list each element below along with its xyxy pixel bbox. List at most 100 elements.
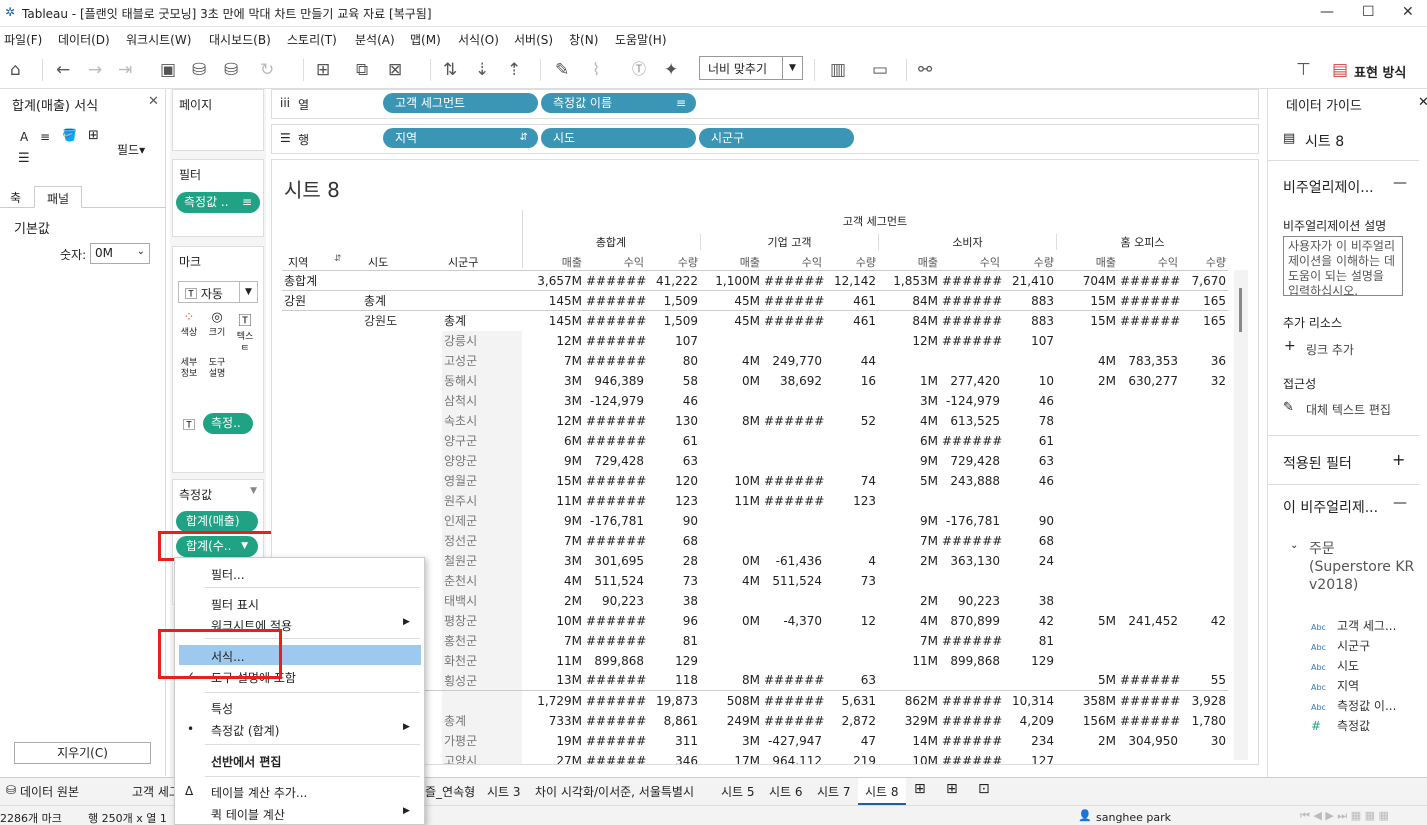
row-header-cell[interactable] xyxy=(362,331,442,351)
row-header-cell[interactable]: 화천군 xyxy=(442,650,522,671)
row-header-cell[interactable] xyxy=(282,531,362,551)
fit-dropdown[interactable]: 너비 맞추기 ▼ xyxy=(699,56,803,80)
mark-type-dropdown[interactable]: 🅃 자동 ▼ xyxy=(178,281,258,303)
duplicate-icon[interactable]: ⧉ xyxy=(356,60,368,80)
column-pill-measure-names[interactable]: 측정값 이름 ≡ xyxy=(541,93,696,113)
sheet-tab-6[interactable]: 시트 6 xyxy=(769,783,803,800)
row-pill-region[interactable]: 지역 ⇵ xyxy=(383,128,538,148)
swap-icon[interactable]: ⇅ xyxy=(443,60,457,80)
sort-icon[interactable]: ⇵ xyxy=(334,254,342,264)
pencil-icon[interactable]: ✎ xyxy=(1283,400,1294,415)
menu-item-attribute[interactable]: 특성 xyxy=(211,700,233,717)
sort-ascending-icon[interactable]: ⇣ xyxy=(475,60,489,80)
row-header-region[interactable]: 지역 xyxy=(288,254,308,270)
menu-item-add-table-calc[interactable]: 테이블 계산 추가... xyxy=(211,784,307,801)
sheet-tab-7[interactable]: 시트 7 xyxy=(817,783,851,800)
row-header-cell[interactable]: 영월군 xyxy=(442,470,522,491)
field-selector[interactable]: 필드▾ xyxy=(117,141,145,158)
close-button[interactable]: ✕ xyxy=(1402,4,1414,20)
menu-dashboard[interactable]: 대시보드(B) xyxy=(209,31,271,48)
show-me-icon[interactable]: ▤ xyxy=(1332,60,1348,80)
menu-format[interactable]: 서식(O) xyxy=(458,31,499,48)
group-icon[interactable]: ⌇ xyxy=(592,60,600,80)
measure-header[interactable]: 수익 xyxy=(940,254,1002,270)
sheet-tab-segment[interactable]: 고객 세그 xyxy=(132,783,180,800)
home-icon[interactable]: ⌂ xyxy=(10,60,21,80)
numbers-dropdown[interactable]: 0M ⌄ xyxy=(90,243,150,264)
share-icon[interactable]: ⚯ xyxy=(918,60,932,80)
row-header-cell[interactable] xyxy=(362,411,442,431)
measure-header[interactable]: 수익 xyxy=(1118,254,1180,270)
row-header-cell[interactable]: 총합계 xyxy=(282,271,362,291)
minimize-button[interactable]: — xyxy=(1320,4,1334,20)
row-header-cell[interactable] xyxy=(362,271,442,291)
table-row[interactable]: 양구군 6M ###### 61 6M ###### 61 xyxy=(282,430,1228,451)
sheet-tab-3[interactable]: 시트 3 xyxy=(487,783,521,800)
tab-pane[interactable]: 패널 xyxy=(34,186,83,208)
table-row[interactable]: 총합계 3,657M ###### 41,222 1,100M ###### 12,142 1… xyxy=(282,270,1228,291)
show-me-button[interactable]: 표현 방식 xyxy=(1354,62,1406,81)
row-header-cell[interactable] xyxy=(362,431,442,451)
row-header-cell[interactable]: 평창군 xyxy=(442,610,522,631)
filter-pill[interactable]: 측정값 .. ≡ xyxy=(176,192,260,213)
row-header-cell[interactable]: 춘천시 xyxy=(442,570,522,591)
row-pill-province[interactable]: 시도 xyxy=(541,128,696,148)
row-header-cell[interactable] xyxy=(362,491,442,511)
text-button[interactable]: 🅃 텍스트 xyxy=(234,310,256,350)
row-header-cell[interactable]: 철원군 xyxy=(442,550,522,571)
row-header-cell[interactable]: 홍천군 xyxy=(442,630,522,651)
table-row[interactable]: 정선군 7M ###### 68 7M ###### 68 xyxy=(282,530,1228,551)
row-header-province[interactable]: 시도 xyxy=(368,254,388,270)
description-textarea[interactable]: 사용자가 이 비주얼리제이션을 이해하는 데 도움이 되는 설명을 입력하십시오… xyxy=(1283,236,1403,296)
column-pill-segment[interactable]: 고객 세그먼트 xyxy=(383,93,538,113)
measure-header[interactable]: 수량 xyxy=(824,254,878,270)
row-header-cell[interactable]: 강원 xyxy=(282,291,362,311)
table-row[interactable]: 인제군 9M -176,781 90 9M -176,781 90 xyxy=(282,510,1228,531)
add-link[interactable]: 링크 추가 xyxy=(1306,341,1354,358)
table-row[interactable]: 원주시 11M ###### 123 11M ###### 123 xyxy=(282,490,1228,511)
row-header-cell[interactable]: 강원도 xyxy=(362,311,442,331)
menu-item-filter[interactable]: 필터... xyxy=(211,566,245,583)
datasource-tab[interactable]: 데이터 원본 xyxy=(20,783,79,800)
chevron-down-icon[interactable]: ▼ xyxy=(782,57,802,79)
measure-header[interactable]: 매출 xyxy=(878,254,940,270)
row-header-cell[interactable] xyxy=(442,271,522,291)
row-header-cell[interactable] xyxy=(362,351,442,371)
row-header-cell[interactable] xyxy=(282,431,362,451)
row-header-cell[interactable] xyxy=(282,311,362,331)
row-header-cell[interactable] xyxy=(282,511,362,531)
format-lines-icon[interactable]: ☰ xyxy=(18,151,30,166)
save-icon[interactable]: ▣ xyxy=(160,60,176,80)
table-row[interactable]: 강원도 총계 145M ###### 1,509 45M ###### 461 84M #####… xyxy=(282,310,1228,331)
format-borders-icon[interactable]: ⊞ xyxy=(88,128,99,143)
field-list-item[interactable]: # 측정값 xyxy=(1311,717,1421,737)
row-header-cell[interactable]: 동해시 xyxy=(442,370,522,391)
detail-button[interactable]: 세부 정보 xyxy=(178,358,200,398)
row-header-cell[interactable] xyxy=(282,331,362,351)
user-name[interactable]: sanghee park xyxy=(1096,811,1171,824)
row-header-cell[interactable]: 원주시 xyxy=(442,490,522,511)
row-pill-city[interactable]: 시군구 xyxy=(699,128,854,148)
menu-item-quick-table-calc[interactable]: 퀵 테이블 계산 xyxy=(211,806,285,823)
menu-item-show-filter[interactable]: 필터 표시 xyxy=(211,596,259,613)
menu-help[interactable]: 도움말(H) xyxy=(615,31,667,48)
sheet-tab-continuous[interactable]: 즐_연속형 xyxy=(425,783,475,800)
close-icon[interactable]: ✕ xyxy=(148,94,159,109)
field-list-item[interactable]: Abc 시도 xyxy=(1311,657,1421,677)
measure-header[interactable]: 수익 xyxy=(762,254,824,270)
this-viz-title[interactable]: 이 비주얼리제... xyxy=(1283,497,1378,517)
row-header-cell[interactable]: 삼척시 xyxy=(442,390,522,411)
measure-header[interactable]: 수량 xyxy=(1002,254,1056,270)
replay-icon[interactable]: ⇥ xyxy=(118,60,132,80)
vertical-scrollbar[interactable] xyxy=(1234,270,1248,760)
maximize-button[interactable]: ☐ xyxy=(1362,4,1375,20)
clear-sheet-icon[interactable]: ⊠ xyxy=(388,60,402,80)
menu-data[interactable]: 데이터(D) xyxy=(58,31,110,48)
measure-header[interactable]: 매출 xyxy=(700,254,762,270)
row-header-cell[interactable] xyxy=(282,351,362,371)
row-header-cell[interactable] xyxy=(362,371,442,391)
clear-button[interactable]: 지우기(C) xyxy=(14,742,151,764)
format-shading-icon[interactable]: 🪣 xyxy=(62,128,77,142)
labels-icon[interactable]: Ⓣ xyxy=(632,60,646,80)
menu-server[interactable]: 서버(S) xyxy=(514,31,553,48)
